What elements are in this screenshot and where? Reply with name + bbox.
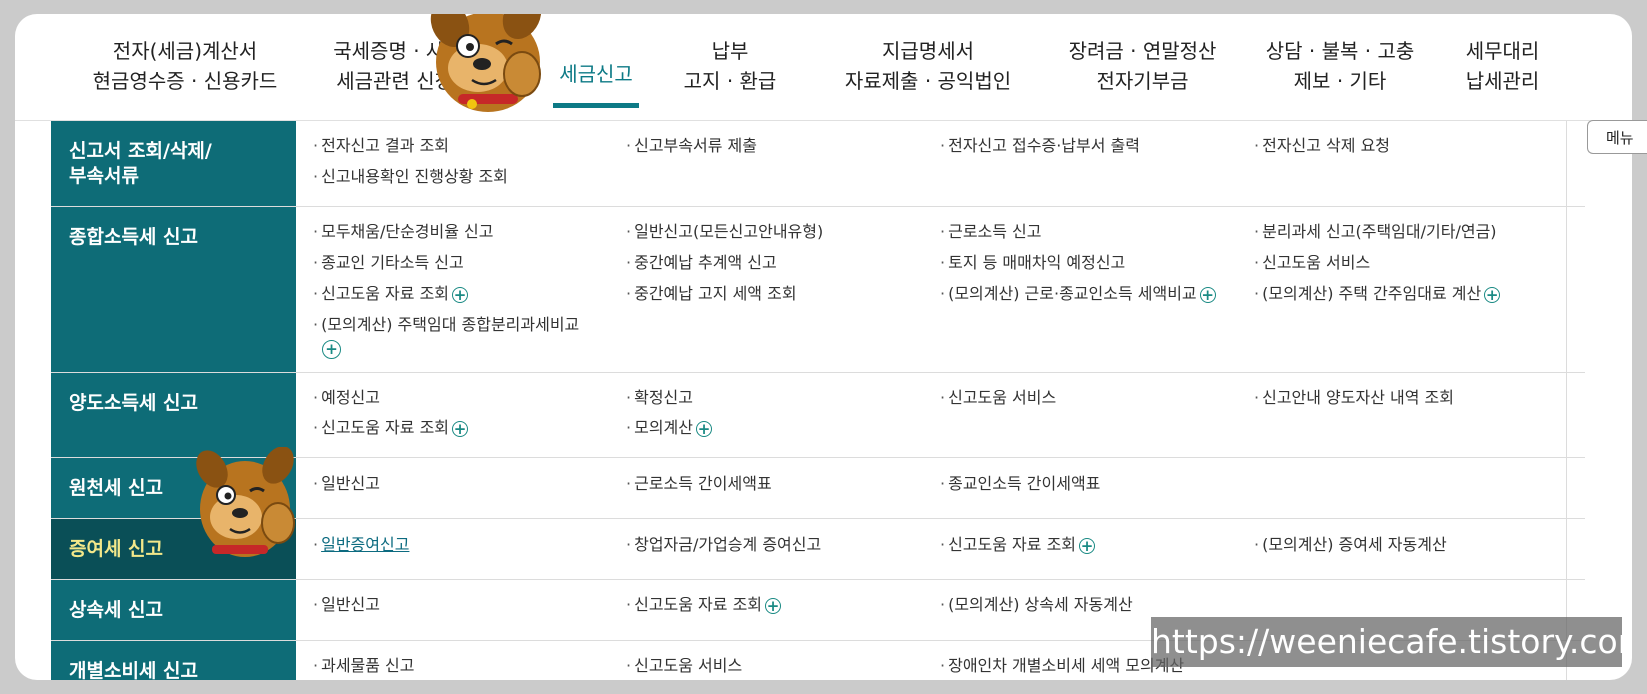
row-title: 양도소득세 신고 [69,392,198,414]
menu-link-expand[interactable]: + [322,338,341,360]
menu-link[interactable]: · 모두채움/단순경비율 신고 [313,221,494,243]
menu-link[interactable]: · 장애인차 개별소비세 세액 모의계산 [940,655,1184,677]
menu-link[interactable]: · 신고도움 자료 조회 + [313,417,469,439]
expand-plus-icon[interactable]: + [1079,537,1096,554]
nav-tab-e-invoice[interactable]: 전자(세금)계산서 현금영수증 · 신용카드 [75,36,295,112]
nav-tab-label: 상담 · 불복 · 고충 [1265,39,1415,63]
nav-tab-label: 장려금 · 연말정산 [1068,39,1217,63]
menu-link[interactable]: · 종교인소득 간이세액표 [940,473,1100,495]
menu-link[interactable]: · 신고도움 서비스 [940,387,1056,409]
menu-link[interactable]: · (모의계산) 주택임대 종합분리과세비교 [313,314,579,336]
row-title-line2: 부속서류 [69,165,139,187]
expand-plus-icon[interactable]: + [1484,286,1501,303]
menu-link[interactable]: · 근로소득 신고 [940,221,1042,243]
row-title: 원천세 신고 [69,477,164,499]
row-header[interactable]: 상속세 신고 [51,580,296,640]
nav-tab-sublabel: 자료제출 · 공익법인 [844,69,1012,93]
expand-plus-icon[interactable]: + [452,420,469,437]
row-title: 증여세 신고 [69,538,164,560]
nav-tab-sublabel: 전자기부금 [1096,69,1189,93]
row-title: 신고서 조회/삭제/ [69,140,212,162]
dog-character-sticker-top [430,14,542,112]
nav-tab-label: 지급명세서 [882,39,974,63]
menu-link[interactable]: · 토지 등 매매차익 예정신고 [940,252,1125,274]
row-links: · 예정신고 · 확정신고 · 신고도움 서비스 · 신고안내 양도자산 내역 조회 ·… [296,373,1567,457]
row-links: · 모두채움/단순경비율 신고 · 일반신고(모든신고안내유형) · 근로소득 신고 … [296,207,1567,372]
row-header[interactable]: 종합소득세 신고 [51,207,296,372]
menu-link[interactable]: · 신고도움 자료 조회 + [313,283,469,305]
menu-link[interactable]: · 모의계산 + [626,417,712,439]
watermark-url: https://weeniecafe.tistory.com [1151,617,1632,667]
row-title: 개별소비세 신고 [69,660,198,680]
nav-tab-label: 세무대리 [1465,39,1540,63]
menu-link[interactable]: · 분리과세 신고(주택임대/기타/연금) [1254,221,1497,243]
row-header[interactable]: 양도소득세 신고 [51,373,296,457]
menu-row-income-tax: 종합소득세 신고 · 모두채움/단순경비율 신고 · 일반신고(모든신고안내유형) … [51,207,1585,373]
menu-link[interactable]: · (모의계산) 상속세 자동계산 [940,594,1133,616]
menu-link[interactable]: · 종교인 기타소득 신고 [313,252,464,274]
menu-link[interactable]: · (모의계산) 증여세 자동계산 [1254,534,1447,556]
menu-link[interactable]: · 신고도움 자료 조회 + [940,534,1096,556]
menu-link[interactable]: · 일반신고 [313,594,380,616]
menu-link-hovered[interactable]: · 일반증여신고 [313,534,409,556]
row-header[interactable]: 개별소비세 신고 [51,641,296,680]
menu-link[interactable]: · 전자신고 접수증·납부서 출력 [940,135,1140,157]
nav-tab-payment[interactable]: 납부 고지 · 환급 [675,36,785,112]
menu-link[interactable]: · 일반신고(모든신고안내유형) [626,221,823,243]
menu-link[interactable]: · 근로소득 간이세액표 [626,473,772,495]
nav-tab-consultation[interactable]: 상담 · 불복 · 고충 제보 · 기타 [1260,36,1420,112]
menu-link[interactable]: · 전자신고 삭제 요청 [1254,135,1390,157]
dog-character-sticker-side [196,447,295,557]
menu-link[interactable]: · 신고도움 자료 조회 + [626,594,782,616]
menu-row-return-inquiry: 신고서 조회/삭제/ 부속서류 · 전자신고 결과 조회 · 신고부속서류 제출 ·… [51,121,1585,207]
menu-link[interactable]: · 창업자금/가업승계 증여신고 [626,534,821,556]
row-header[interactable]: 신고서 조회/삭제/ 부속서류 [51,121,296,206]
expand-plus-icon[interactable]: + [452,286,469,303]
nav-tab-sublabel: 고지 · 환급 [683,69,777,93]
menu-link[interactable]: · 신고내용확인 진행상황 조회 [313,166,508,188]
menu-link[interactable]: · 신고안내 양도자산 내역 조회 [1254,387,1454,409]
nav-tab-label: 세금신고 [559,62,633,86]
nav-tab-sublabel: 현금영수증 · 신용카드 [92,69,278,93]
menu-link[interactable]: · 과세물품 신고 [313,655,415,677]
menu-link[interactable]: · 신고도움 서비스 [1254,252,1370,274]
menu-link[interactable]: · (모의계산) 근로·종교인소득 세액비교 + [940,283,1216,305]
menu-link[interactable]: · 전자신고 결과 조회 [313,135,449,157]
expand-plus-icon[interactable]: + [1199,286,1216,303]
nav-tab-label: 전자(세금)계산서 [112,39,258,63]
menu-link[interactable]: · 신고도움 서비스 [626,655,742,677]
menu-link[interactable]: · 중간예납 고지 세액 조회 [626,283,797,305]
expand-plus-icon[interactable]: + [322,340,341,359]
row-links: · 일반신고 · 근로소득 간이세액표 · 종교인소득 간이세액표 [296,458,1567,518]
top-navigation: 전자(세금)계산서 현금영수증 · 신용카드 국세증명 · 사업 세금관련 신청… [15,14,1632,121]
row-links: · 일반증여신고 · 창업자금/가업승계 증여신고 · 신고도움 자료 조회 + · (모… [296,519,1567,579]
nav-tab-sublabel: 제보 · 기타 [1293,69,1387,93]
row-title: 종합소득세 신고 [69,226,198,248]
nav-tab-label: 납부 [711,39,749,63]
page-frame: 전자(세금)계산서 현금영수증 · 신용카드 국세증명 · 사업 세금관련 신청… [15,14,1632,680]
nav-tab-sublabel: 납세관리 [1465,69,1540,93]
nav-tab-tax-agent[interactable]: 세무대리 납세관리 [1455,36,1550,112]
menu-button[interactable]: 메뉴 [1587,120,1647,154]
menu-link[interactable]: · (모의계산) 주택 간주임대료 계산 + [1254,283,1501,305]
nav-tab-incentives[interactable]: 장려금 · 연말정산 전자기부금 [1055,36,1230,112]
expand-plus-icon[interactable]: + [765,597,782,614]
row-title: 상속세 신고 [69,599,164,621]
menu-link[interactable]: · 확정신고 [626,387,693,409]
nav-tab-payment-statements[interactable]: 지급명세서 자료제출 · 공익법인 [833,36,1023,112]
menu-link[interactable]: · 예정신고 [313,387,380,409]
menu-link[interactable]: · 신고부속서류 제출 [626,135,757,157]
menu-row-capital-gains: 양도소득세 신고 · 예정신고 · 확정신고 · 신고도움 서비스 · 신고안내 양도자… [51,373,1585,458]
expand-plus-icon[interactable]: + [695,420,712,437]
menu-link[interactable]: · 중간예납 추계액 신고 [626,252,777,274]
menu-link[interactable]: · 일반신고 [313,473,380,495]
